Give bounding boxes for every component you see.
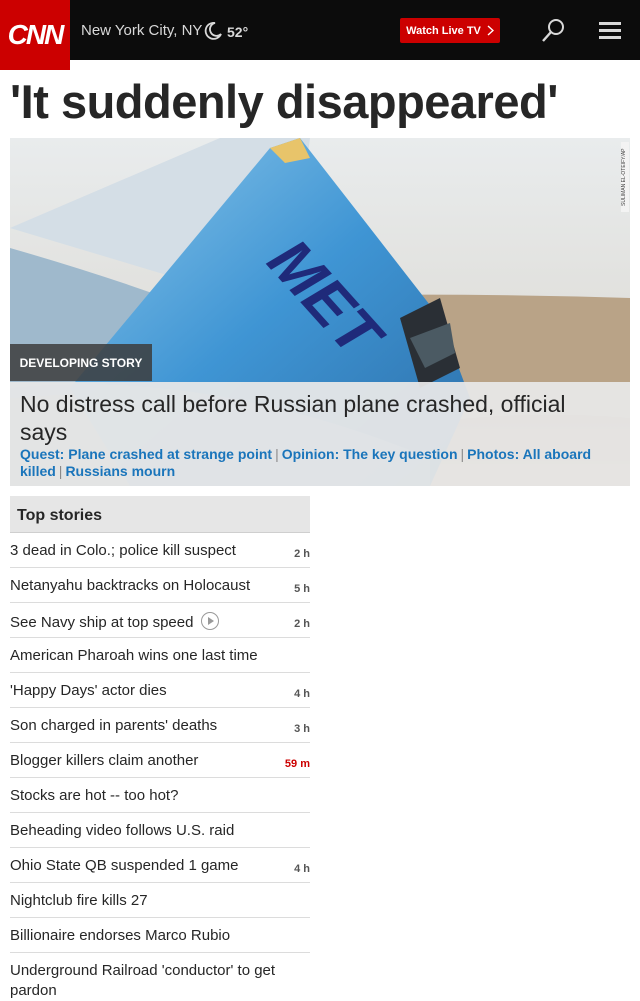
weather-location[interactable]: New York City, NY: [81, 22, 202, 39]
story-row[interactable]: Billionaire endorses Marco Rubio: [10, 918, 310, 953]
story-title[interactable]: 'Happy Days' actor dies: [10, 682, 167, 699]
watch-live-tv-button[interactable]: Watch Live TV: [400, 18, 500, 43]
story-title[interactable]: American Pharoah wins one last time: [10, 647, 258, 664]
story-row[interactable]: Netanyahu backtracks on Holocaust 5 h: [10, 568, 310, 603]
story-row[interactable]: Blogger killers claim another 59 m: [10, 743, 310, 778]
story-time: 2 h: [294, 548, 310, 560]
moon-icon: [204, 22, 222, 40]
story-row[interactable]: Stocks are hot -- too hot?: [10, 778, 310, 813]
hero-story-title[interactable]: No distress call before Russian plane cr…: [20, 390, 595, 446]
story-title[interactable]: 3 dead in Colo.; police kill suspect: [10, 542, 236, 559]
developing-story-badge: DEVELOPING STORY: [10, 344, 152, 381]
top-stories-heading: Top stories: [17, 507, 103, 524]
story-title[interactable]: Netanyahu backtracks on Holocaust: [10, 577, 250, 594]
story-row[interactable]: Son charged in parents' deaths 3 h: [10, 708, 310, 743]
story-title[interactable]: Stocks are hot -- too hot?: [10, 787, 178, 804]
page-headline[interactable]: 'It suddenly disappeared': [10, 74, 630, 130]
story-title[interactable]: Blogger killers claim another: [10, 752, 198, 769]
story-row[interactable]: See Navy ship at top speed 2 h: [10, 603, 310, 638]
story-row[interactable]: Nightclub fire kills 27: [10, 883, 310, 918]
related-link[interactable]: Opinion: The key question: [282, 446, 458, 462]
chevron-right-icon: [487, 25, 494, 36]
related-links: Quest: Plane crashed at strange point | Op…: [20, 446, 592, 479]
top-stories-header: Top stories: [10, 496, 310, 533]
story-time: 59 m: [284, 758, 310, 770]
story-title[interactable]: Son charged in parents' deaths: [10, 717, 217, 734]
story-title[interactable]: Ohio State QB suspended 1 game: [10, 857, 238, 874]
story-row[interactable]: 3 dead in Colo.; police kill suspect 2 h: [10, 533, 310, 568]
photo-credit: SULIMAN EL-OTEIFY/AP: [621, 142, 629, 212]
top-navigation-bar: CNN New York City, NY 52° Watch Live TV: [0, 0, 640, 70]
story-title[interactable]: Underground Railroad 'conductor' to get …: [10, 961, 310, 1001]
story-title[interactable]: Nightclub fire kills 27: [10, 892, 148, 909]
story-title[interactable]: Beheading video follows U.S. raid: [10, 822, 234, 839]
story-time: 5 h: [294, 583, 310, 595]
story-row[interactable]: 'Happy Days' actor dies 4 h: [10, 673, 310, 708]
related-link[interactable]: Russians mourn: [65, 463, 175, 479]
story-time: 4 h: [294, 863, 310, 875]
watch-live-tv-label: Watch Live TV: [406, 24, 481, 37]
story-row[interactable]: Underground Railroad 'conductor' to get …: [10, 953, 310, 1001]
hero-image[interactable]: MET SULIMAN EL-OTEIFY/AP DEVELOPING STOR…: [10, 138, 630, 486]
video-play-icon: [201, 612, 220, 630]
story-time: 4 h: [294, 688, 310, 700]
story-title[interactable]: See Navy ship at top speed: [10, 612, 220, 631]
story-row[interactable]: Ohio State QB suspended 1 game 4 h: [10, 848, 310, 883]
cnn-logo[interactable]: CNN: [0, 0, 70, 70]
search-icon[interactable]: [540, 18, 566, 44]
story-time: 2 h: [294, 618, 310, 630]
menu-icon[interactable]: [599, 22, 621, 40]
story-title[interactable]: Billionaire endorses Marco Rubio: [10, 927, 230, 944]
story-time: 3 h: [294, 723, 310, 735]
story-row[interactable]: American Pharoah wins one last time: [10, 638, 310, 673]
related-link[interactable]: Quest: Plane crashed at strange point: [20, 446, 272, 462]
top-stories-list: Top stories 3 dead in Colo.; police kill…: [10, 496, 310, 1001]
story-row[interactable]: Beheading video follows U.S. raid: [10, 813, 310, 848]
hero-caption: No distress call before Russian plane cr…: [10, 382, 630, 486]
weather-temperature[interactable]: 52°: [227, 24, 248, 40]
